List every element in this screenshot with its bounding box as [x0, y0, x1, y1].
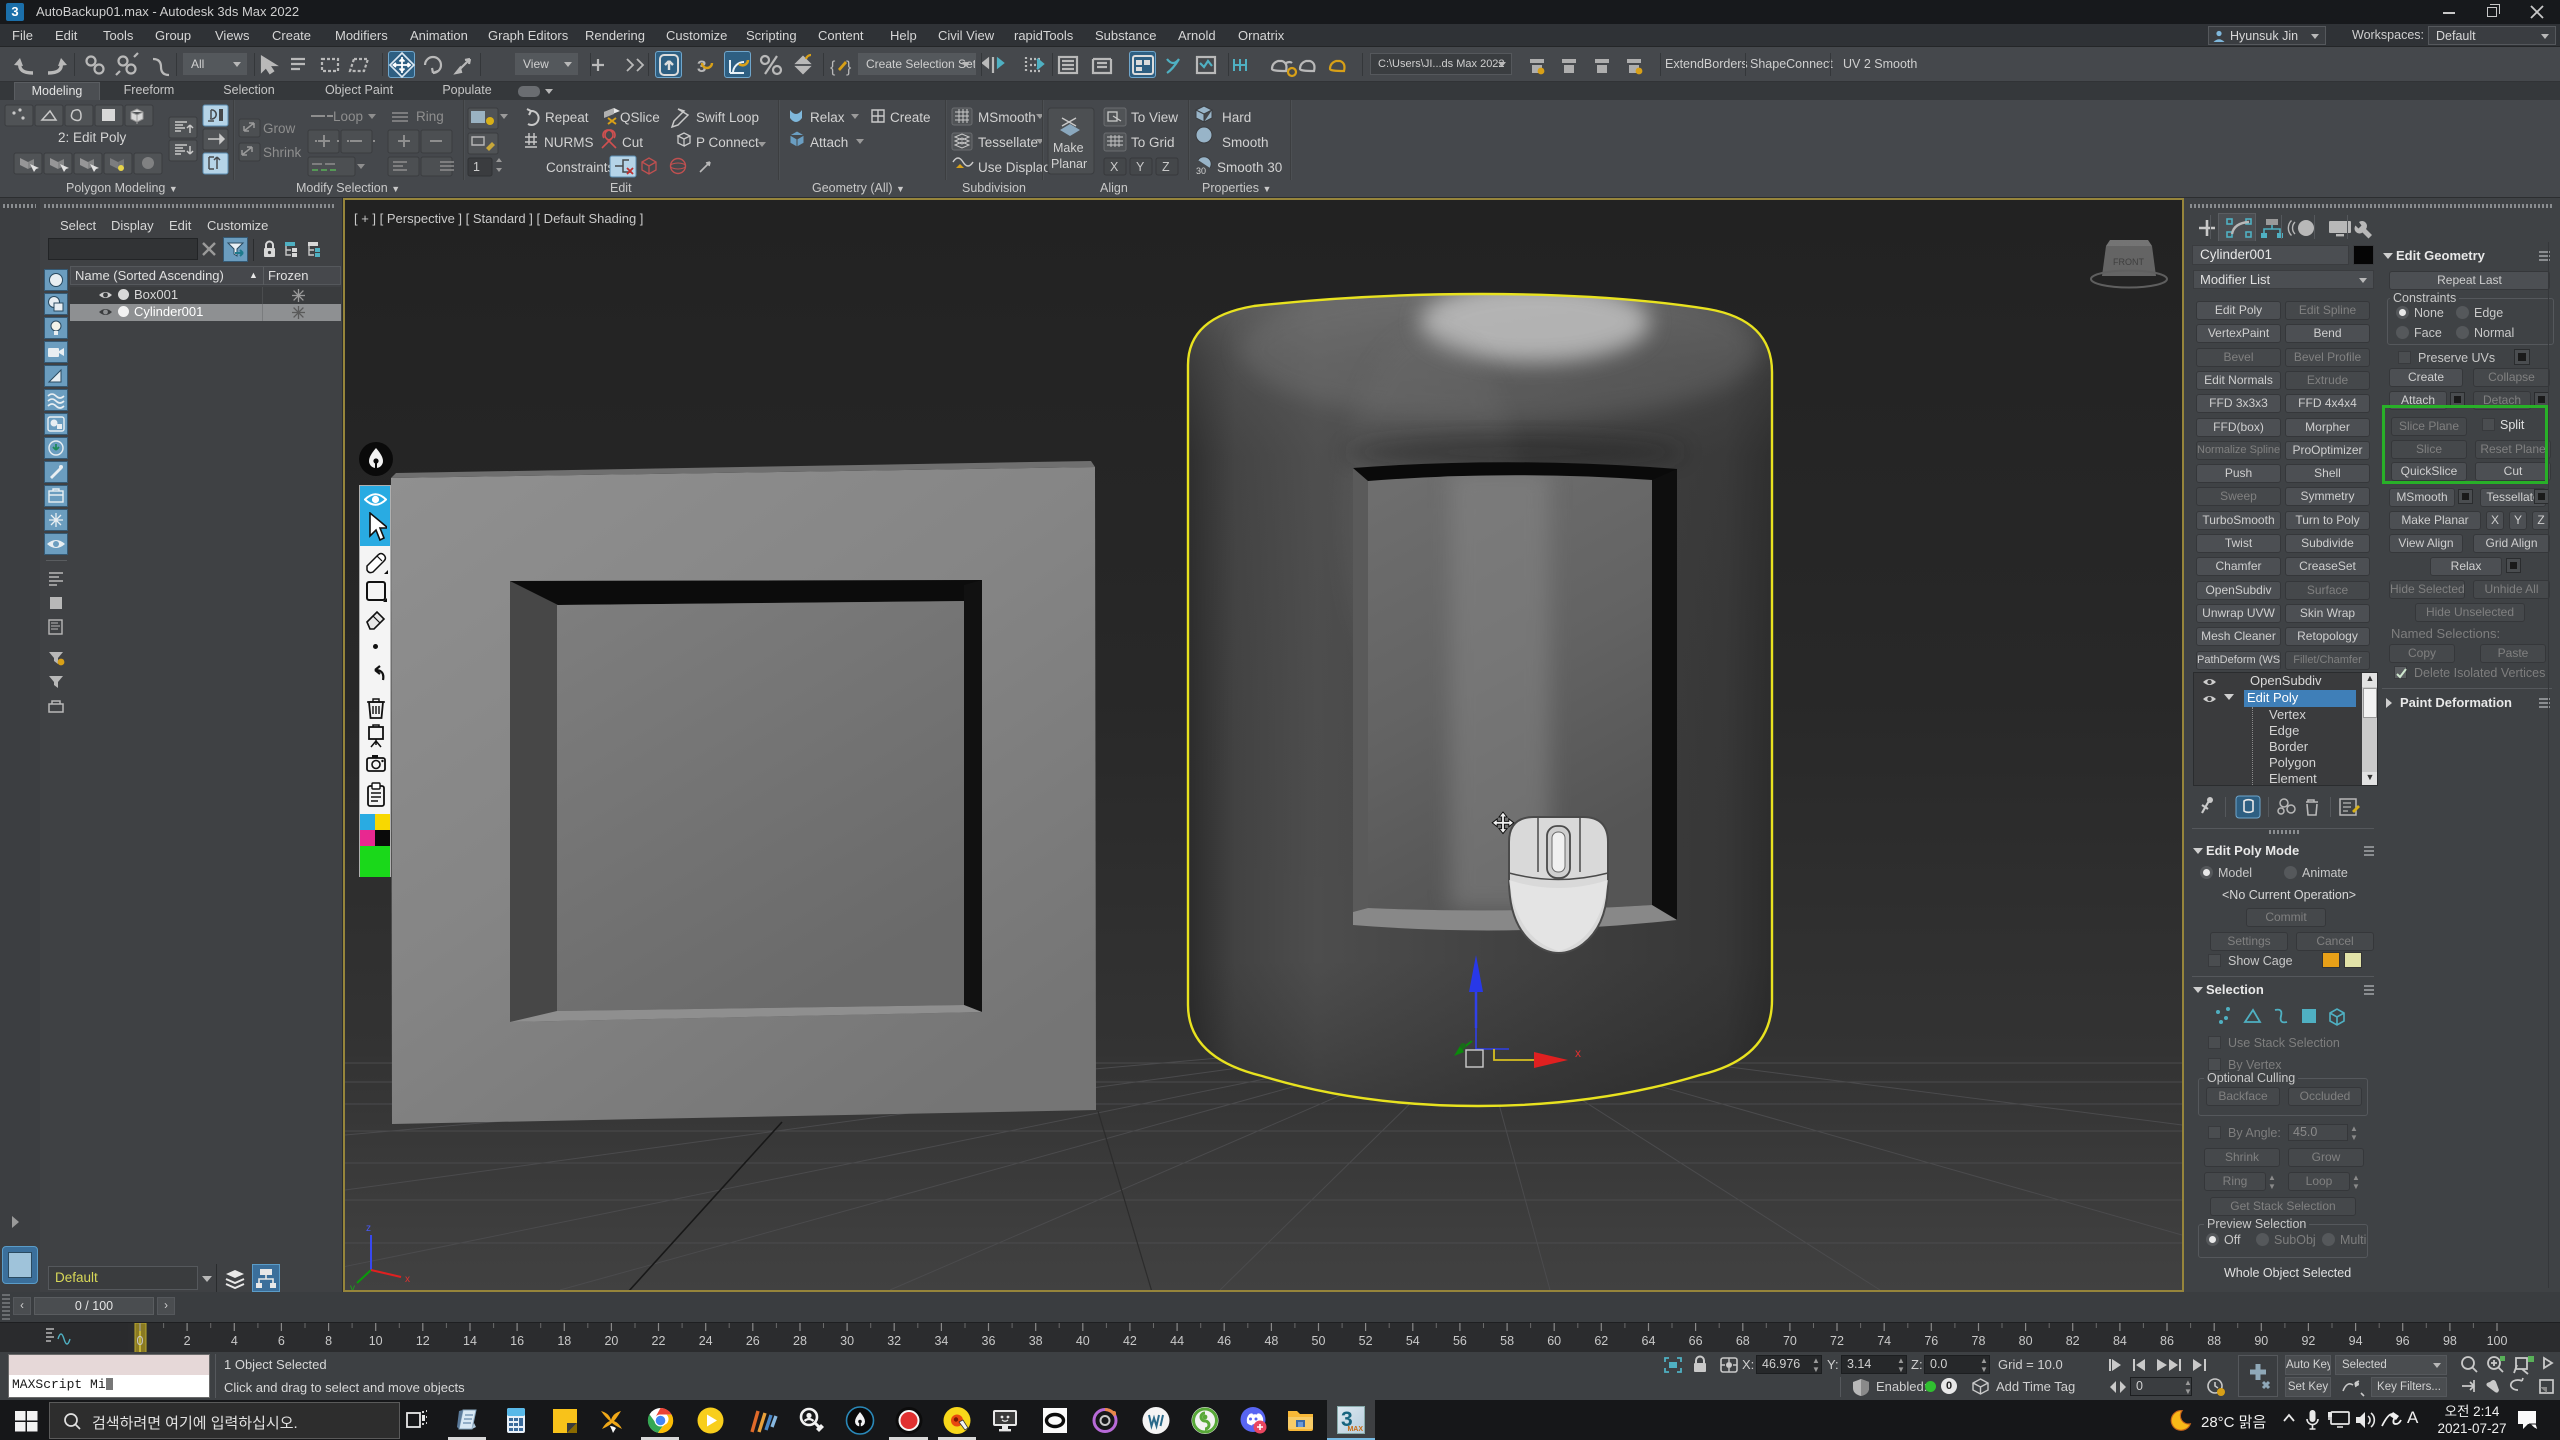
svg-text:Ring: Ring: [416, 109, 444, 124]
svg-text:48: 48: [1264, 1334, 1278, 1348]
svg-text:42: 42: [1123, 1334, 1137, 1348]
svg-text:Shrink: Shrink: [263, 145, 302, 160]
svg-text:86: 86: [2160, 1334, 2174, 1348]
svg-text:46: 46: [1217, 1334, 1231, 1348]
svg-text:QSlice: QSlice: [620, 110, 660, 125]
svg-text:Attach: Attach: [810, 135, 848, 150]
svg-text:8: 8: [325, 1334, 332, 1348]
svg-text:22: 22: [652, 1334, 666, 1348]
svg-text:32: 32: [887, 1334, 901, 1348]
svg-text:Create: Create: [890, 110, 931, 125]
svg-text:Constraints:: Constraints:: [546, 160, 618, 175]
svg-text:y: y: [350, 1283, 355, 1290]
svg-text:Relax: Relax: [810, 110, 845, 125]
svg-text:26: 26: [746, 1334, 760, 1348]
svg-text:Smooth 30: Smooth 30: [1217, 160, 1282, 175]
svg-text:90: 90: [2254, 1334, 2268, 1348]
svg-text:28: 28: [793, 1334, 807, 1348]
svg-text:NURMS: NURMS: [544, 135, 594, 150]
svg-text:82: 82: [2066, 1334, 2080, 1348]
svg-text:64: 64: [1642, 1334, 1656, 1348]
svg-text:0: 0: [137, 1334, 144, 1348]
svg-text:x: x: [405, 1274, 410, 1285]
svg-text:56: 56: [1453, 1334, 1467, 1348]
svg-text:z: z: [366, 1223, 371, 1234]
svg-text:{: {: [830, 59, 836, 76]
svg-text:16: 16: [510, 1334, 524, 1348]
svg-text:Repeat: Repeat: [545, 110, 589, 125]
svg-text:52: 52: [1359, 1334, 1373, 1348]
svg-text:Smooth: Smooth: [1222, 135, 1269, 150]
svg-text:34: 34: [934, 1334, 948, 1348]
svg-text:20: 20: [604, 1334, 618, 1348]
svg-text:76: 76: [1924, 1334, 1938, 1348]
svg-text:To View: To View: [1131, 110, 1178, 125]
svg-text:P Connect: P Connect: [696, 135, 759, 150]
svg-text:Tessellate: Tessellate: [978, 135, 1038, 150]
svg-text:To Grid: To Grid: [1131, 135, 1175, 150]
svg-text:Grow: Grow: [263, 121, 296, 136]
svg-text:2: 2: [184, 1334, 191, 1348]
svg-text:78: 78: [1972, 1334, 1986, 1348]
svg-text:X: X: [1110, 160, 1119, 174]
svg-text:38: 38: [1029, 1334, 1043, 1348]
svg-text:MSmooth: MSmooth: [978, 110, 1036, 125]
svg-text:Make: Make: [1053, 141, 1084, 155]
svg-text:88: 88: [2207, 1334, 2221, 1348]
svg-text:Y: Y: [1136, 160, 1145, 174]
svg-text:70: 70: [1783, 1334, 1797, 1348]
svg-text:92: 92: [2301, 1334, 2315, 1348]
svg-text:98: 98: [2443, 1334, 2457, 1348]
svg-text:FRONT: FRONT: [2113, 257, 2144, 267]
svg-text:54: 54: [1406, 1334, 1420, 1348]
svg-text:Planar: Planar: [1051, 157, 1087, 171]
svg-text:6: 6: [278, 1334, 285, 1348]
svg-text:44: 44: [1170, 1334, 1184, 1348]
svg-text:}: }: [846, 59, 852, 76]
svg-text:1: 1: [473, 160, 480, 174]
svg-text:40: 40: [1076, 1334, 1090, 1348]
svg-text:66: 66: [1689, 1334, 1703, 1348]
svg-text:12: 12: [416, 1334, 430, 1348]
svg-text:94: 94: [2349, 1334, 2363, 1348]
svg-text:74: 74: [1877, 1334, 1891, 1348]
svg-text:Swift Loop: Swift Loop: [696, 110, 759, 125]
svg-text:10: 10: [369, 1334, 383, 1348]
svg-text:62: 62: [1594, 1334, 1608, 1348]
svg-text:Cut: Cut: [622, 135, 643, 150]
svg-text:14: 14: [463, 1334, 477, 1348]
svg-text:60: 60: [1547, 1334, 1561, 1348]
svg-text:58: 58: [1500, 1334, 1514, 1348]
svg-text:Z: Z: [1162, 160, 1170, 174]
svg-text:Hard: Hard: [1222, 110, 1251, 125]
svg-text:100: 100: [2487, 1334, 2508, 1348]
svg-text:24: 24: [699, 1334, 713, 1348]
svg-text:96: 96: [2396, 1334, 2410, 1348]
svg-text:18: 18: [557, 1334, 571, 1348]
svg-text:2: Edit Poly: 2: Edit Poly: [58, 130, 127, 145]
svg-text:Loop: Loop: [333, 109, 363, 124]
svg-text:80: 80: [2019, 1334, 2033, 1348]
svg-text:68: 68: [1736, 1334, 1750, 1348]
svg-text:50: 50: [1312, 1334, 1326, 1348]
svg-text:x: x: [1575, 1046, 1581, 1060]
svg-text:84: 84: [2113, 1334, 2127, 1348]
svg-text:72: 72: [1830, 1334, 1844, 1348]
svg-text:4: 4: [231, 1334, 238, 1348]
svg-text:30: 30: [840, 1334, 854, 1348]
svg-text:30: 30: [1196, 166, 1206, 176]
svg-text:36: 36: [982, 1334, 996, 1348]
